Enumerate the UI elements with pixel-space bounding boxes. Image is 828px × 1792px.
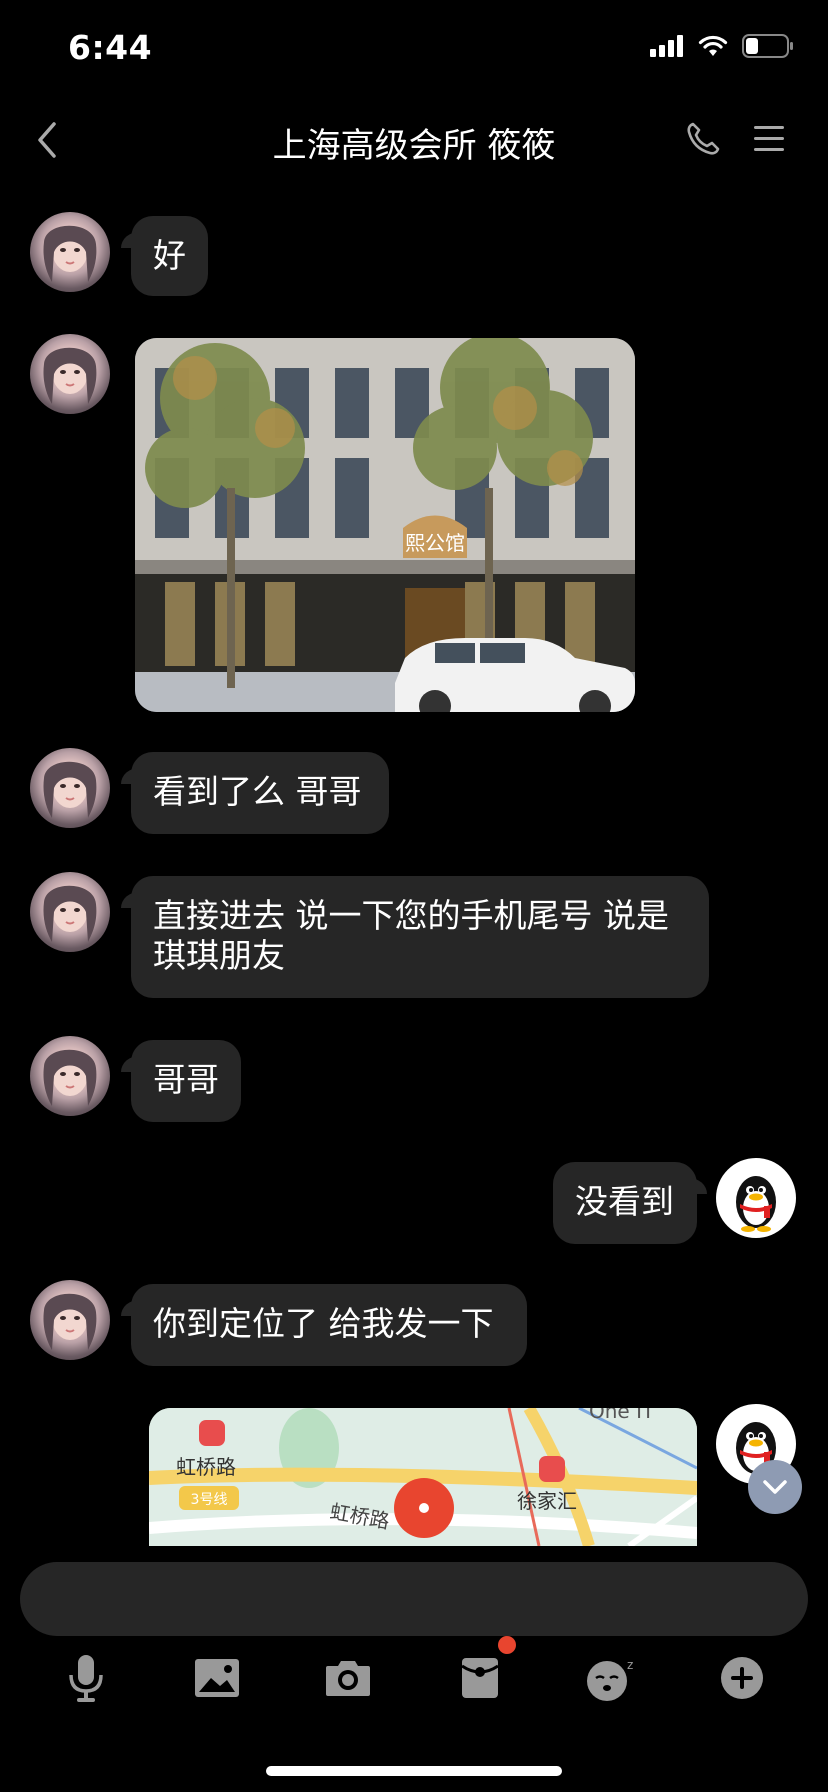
red-packet-button[interactable] [452,1636,516,1706]
map-preview: 虹桥路 3号线 虹桥路 徐家汇 One IT [149,1408,697,1546]
notification-dot [498,1636,516,1654]
message-bubble[interactable]: 看到了么 哥哥 [121,752,389,834]
chevron-down-icon [763,1480,787,1494]
plus-icon [721,1657,763,1699]
message-bubble[interactable]: 哥哥 [121,1040,241,1122]
photo-button[interactable] [189,1650,245,1706]
avatar-portrait [43,1049,97,1106]
message-bubble[interactable]: 直接进去 说一下您的手机尾号 说是琪琪朋友 [121,876,709,998]
status-time: 6:44 [68,28,153,67]
message-text: 直接进去 说一下您的手机尾号 说是琪琪朋友 [153,896,669,975]
camera-button[interactable] [320,1650,376,1706]
message-text: 没看到 [575,1182,674,1221]
camera-icon [326,1661,370,1696]
message-bubble[interactable]: 好 [121,216,208,296]
avatar-portrait [43,347,97,404]
my-avatar[interactable] [716,1158,796,1238]
emoji-button[interactable]: z [583,1650,639,1706]
microphone-icon [69,1655,103,1702]
message-text: 你到定位了 给我发一下 [153,1304,494,1343]
voice-button[interactable] [58,1650,114,1706]
message-text: 看到了么 哥哥 [153,772,362,811]
photo-message[interactable]: 熙公馆 [135,338,635,712]
message-text: 好 [153,236,186,275]
contact-avatar[interactable] [30,748,110,828]
contact-avatar[interactable] [30,1036,110,1116]
map-top-label: One IT [589,1408,655,1423]
sign-text: 熙公馆 [405,531,465,555]
my-message-bubble[interactable]: 没看到 [553,1162,707,1244]
avatar-portrait [43,1293,97,1350]
menu-button[interactable] [752,124,786,154]
scroll-to-bottom-button[interactable] [748,1460,802,1514]
red-packet-icon [461,1658,499,1698]
image-icon [195,1659,239,1697]
message-bubble[interactable]: 你到定位了 给我发一下 [121,1284,527,1366]
wifi-icon [698,35,728,56]
message-input[interactable] [20,1562,808,1636]
more-button[interactable] [714,1650,770,1706]
signal-icon [650,35,683,57]
avatar-portrait [43,761,97,818]
line-badge: 3号线 [191,1492,228,1508]
station-label-right: 徐家汇 [517,1489,577,1513]
phone-icon [687,122,720,155]
building-photo: 熙公馆 [135,338,635,712]
battery-icon [742,34,793,58]
home-indicator [266,1766,562,1776]
avatar-portrait [43,885,97,942]
call-button[interactable] [684,120,722,158]
status-icons [650,34,794,58]
penguin-icon [736,1176,776,1232]
contact-avatar[interactable] [30,872,110,952]
menu-icon [754,126,784,151]
contact-avatar[interactable] [30,212,110,292]
avatar-portrait [43,225,97,282]
station-label-left: 虹桥路 [176,1455,236,1479]
location-map-message[interactable]: 虹桥路 3号线 虹桥路 徐家汇 One IT [149,1408,697,1546]
svg-text:z: z [627,1658,633,1672]
contact-avatar[interactable] [30,1280,110,1360]
emoji-icon: z [587,1658,633,1701]
contact-avatar[interactable] [30,334,110,414]
message-text: 哥哥 [153,1060,219,1099]
